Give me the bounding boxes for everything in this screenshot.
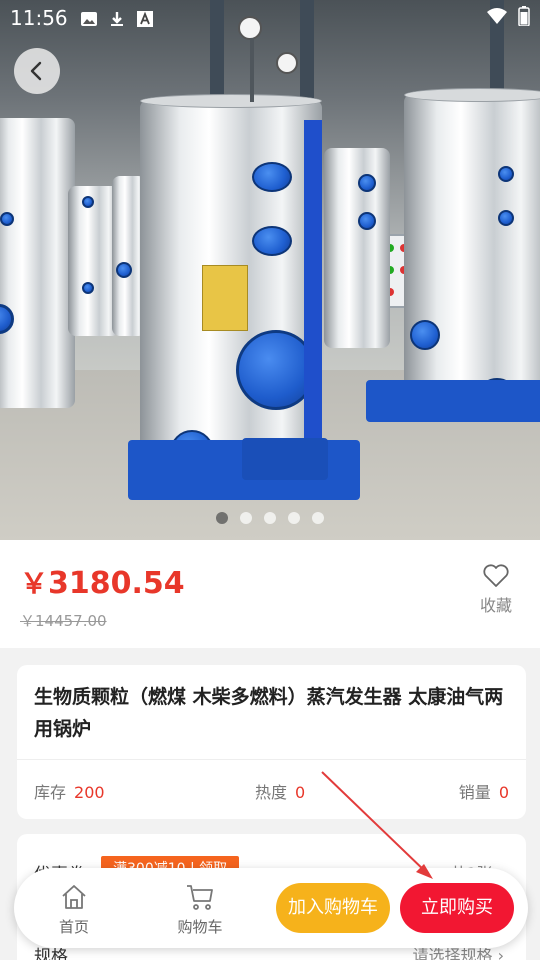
nav-home[interactable]: 首页 bbox=[34, 882, 114, 937]
boiler-tank-middle bbox=[324, 148, 390, 348]
status-bar: 11:56 bbox=[0, 0, 540, 36]
boiler-base bbox=[242, 438, 328, 480]
back-button[interactable] bbox=[14, 48, 60, 94]
product-image-gallery[interactable] bbox=[0, 0, 540, 540]
heart-outline-icon bbox=[483, 564, 509, 587]
price-section: ￥3180.54 ￥14457.00 收藏 bbox=[0, 540, 540, 648]
boiler-tank-right bbox=[404, 88, 540, 420]
gallery-dot[interactable] bbox=[312, 512, 324, 524]
font-a-icon bbox=[136, 9, 154, 27]
nav-home-label: 首页 bbox=[58, 918, 89, 936]
buy-now-button[interactable]: 立即购买 bbox=[400, 883, 514, 933]
wifi-icon bbox=[486, 6, 508, 30]
shopping-cart-icon bbox=[187, 885, 213, 910]
chevron-left-icon bbox=[30, 61, 42, 81]
pipe bbox=[250, 38, 254, 102]
gallery-indicator bbox=[0, 512, 540, 524]
stat-value: 200 bbox=[74, 783, 105, 802]
spec-hint-text: 请选择规格 bbox=[412, 946, 493, 960]
bottom-action-bar: 首页 购物车 加入购物车 立即购买 bbox=[14, 868, 528, 948]
original-price: ￥14457.00 bbox=[20, 612, 107, 630]
image-icon bbox=[80, 9, 98, 27]
gallery-dot[interactable] bbox=[240, 512, 252, 524]
boiler-tank-main bbox=[140, 94, 322, 480]
chevron-right-icon: › bbox=[497, 946, 504, 960]
current-price: ￥3180.54 bbox=[20, 562, 185, 602]
stat-label: 库存 bbox=[34, 783, 67, 802]
pressure-gauge bbox=[276, 52, 298, 74]
stock-stat: 库存 200 bbox=[34, 779, 105, 803]
product-info-card: 生物质颗粒（燃煤 木柴多燃料）蒸汽发生器 太康油气两用锅炉 库存 200 热度 0 … bbox=[17, 665, 526, 819]
stat-label: 销量 bbox=[458, 783, 491, 802]
nav-cart[interactable]: 购物车 bbox=[160, 882, 240, 937]
sales-stat: 销量 0 bbox=[459, 779, 509, 803]
divider bbox=[17, 759, 526, 760]
nav-cart-label: 购物车 bbox=[177, 918, 223, 936]
price-value: 3180.54 bbox=[48, 566, 185, 601]
stat-value: 0 bbox=[295, 783, 306, 802]
gallery-dot[interactable] bbox=[216, 512, 228, 524]
boiler-base bbox=[366, 380, 540, 422]
home-icon bbox=[62, 885, 86, 909]
currency-symbol: ￥ bbox=[20, 567, 49, 600]
favorite-label: 收藏 bbox=[479, 596, 512, 615]
battery-icon bbox=[518, 5, 530, 31]
favorite-button[interactable]: 收藏 bbox=[476, 564, 516, 616]
status-time: 11:56 bbox=[10, 6, 68, 30]
gallery-dot[interactable] bbox=[264, 512, 276, 524]
stat-value: 0 bbox=[498, 783, 509, 802]
gallery-dot[interactable] bbox=[288, 512, 300, 524]
boiler-tank-left bbox=[0, 118, 75, 408]
heat-stat: 热度 0 bbox=[255, 779, 305, 803]
add-to-cart-button[interactable]: 加入购物车 bbox=[276, 883, 390, 933]
stat-label: 热度 bbox=[255, 783, 288, 802]
product-title: 生物质颗粒（燃煤 木柴多燃料）蒸汽发生器 太康油气两用锅炉 bbox=[34, 686, 504, 740]
download-icon bbox=[108, 9, 126, 27]
